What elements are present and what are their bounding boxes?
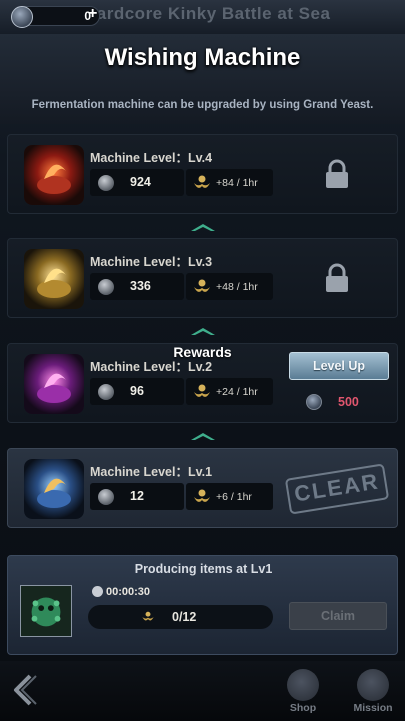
currency-counter[interactable]: 0 — [11, 6, 100, 28]
gem-icon — [306, 394, 322, 410]
bottom-nav: Shop Mission — [0, 661, 405, 721]
hands-icon — [194, 489, 210, 502]
lock-icon — [326, 263, 348, 292]
shop-icon — [287, 669, 319, 701]
gem-icon — [11, 6, 33, 28]
production-rate: +48 / 1hr — [186, 273, 273, 300]
upgrade-arrow-icon — [191, 433, 215, 440]
hands-icon — [142, 611, 154, 621]
machine-lv1-image — [24, 459, 84, 519]
resource-value: 12 — [130, 489, 144, 503]
production-rate: +6 / 1hr — [186, 483, 273, 510]
lock-icon — [326, 159, 348, 188]
page-subtitle: Fermentation machine can be upgraded by … — [31, 99, 374, 111]
machine-card-lv3: Machine Level：Lv.3 336 +48 / 1hr — [7, 238, 398, 318]
background-title: Hardcore Kinky Battle at Sea — [84, 4, 331, 23]
resource-stat: 96 — [90, 378, 184, 405]
production-progress: 0/12 — [88, 605, 273, 629]
upgrade-cost: 500 — [338, 395, 359, 409]
resource-stat: 924 — [90, 169, 184, 196]
machine-level-label: Machine Level：Lv.3 — [90, 255, 213, 269]
hands-icon — [194, 279, 210, 292]
machine-level-label: Machine Level：Lv.1 — [90, 465, 213, 479]
produced-item-image — [20, 585, 72, 637]
hands-icon — [194, 175, 210, 188]
resource-value: 924 — [130, 175, 151, 189]
mission-label: Mission — [353, 702, 393, 714]
yeast-icon — [98, 279, 114, 295]
claim-button[interactable]: Claim — [289, 602, 387, 630]
machine-card-lv1: Machine Level：Lv.1 12 +6 / 1hr CLEAR — [7, 448, 398, 528]
rate-value: +84 / 1hr — [216, 177, 258, 189]
resource-value: 96 — [130, 384, 144, 398]
resource-stat: 12 — [90, 483, 184, 510]
machine-card-lv4: Machine Level：Lv.4 924 +84 / 1hr — [7, 134, 398, 214]
production-rate: +24 / 1hr — [186, 378, 273, 405]
machine-level-label: Machine Level：Lv.4 — [90, 151, 213, 165]
shop-button[interactable]: Shop — [276, 667, 330, 717]
add-currency-button[interactable]: + — [88, 5, 97, 23]
rate-value: +48 / 1hr — [216, 281, 258, 293]
clock-icon — [92, 586, 103, 597]
machine-lv2-image — [24, 354, 84, 414]
producing-title: Producing items at Lv1 — [134, 562, 273, 576]
rewards-popup-text: Rewards — [173, 344, 232, 360]
wishing-machine-screen: Hardcore Kinky Battle at Sea 0 + Wishing… — [0, 0, 405, 721]
mission-button[interactable]: Mission — [346, 667, 400, 717]
resource-stat: 336 — [90, 273, 184, 300]
resource-value: 336 — [130, 279, 151, 293]
producing-panel: Producing items at Lv1 00:00:30 0/12 Cla… — [7, 555, 398, 655]
upgrade-arrow-icon — [191, 224, 215, 231]
yeast-icon — [98, 384, 114, 400]
yeast-icon — [98, 175, 114, 191]
production-rate: +84 / 1hr — [186, 169, 273, 196]
rate-value: +6 / 1hr — [216, 491, 252, 503]
machine-lv4-image — [24, 145, 84, 205]
clear-stamp: CLEAR — [284, 463, 390, 515]
top-bar: Hardcore Kinky Battle at Sea 0 + — [0, 0, 405, 34]
back-arrow-icon[interactable] — [10, 673, 38, 707]
upgrade-arrow-icon — [191, 328, 215, 335]
progress-value: 0/12 — [172, 610, 197, 624]
production-timer: 00:00:30 — [106, 586, 151, 598]
mission-icon — [357, 669, 389, 701]
rate-value: +24 / 1hr — [216, 386, 258, 398]
page-title: Wishing Machine — [104, 44, 301, 71]
hands-icon — [194, 384, 210, 397]
machine-lv3-image — [24, 249, 84, 309]
shop-label: Shop — [289, 702, 317, 714]
yeast-icon — [98, 489, 114, 505]
